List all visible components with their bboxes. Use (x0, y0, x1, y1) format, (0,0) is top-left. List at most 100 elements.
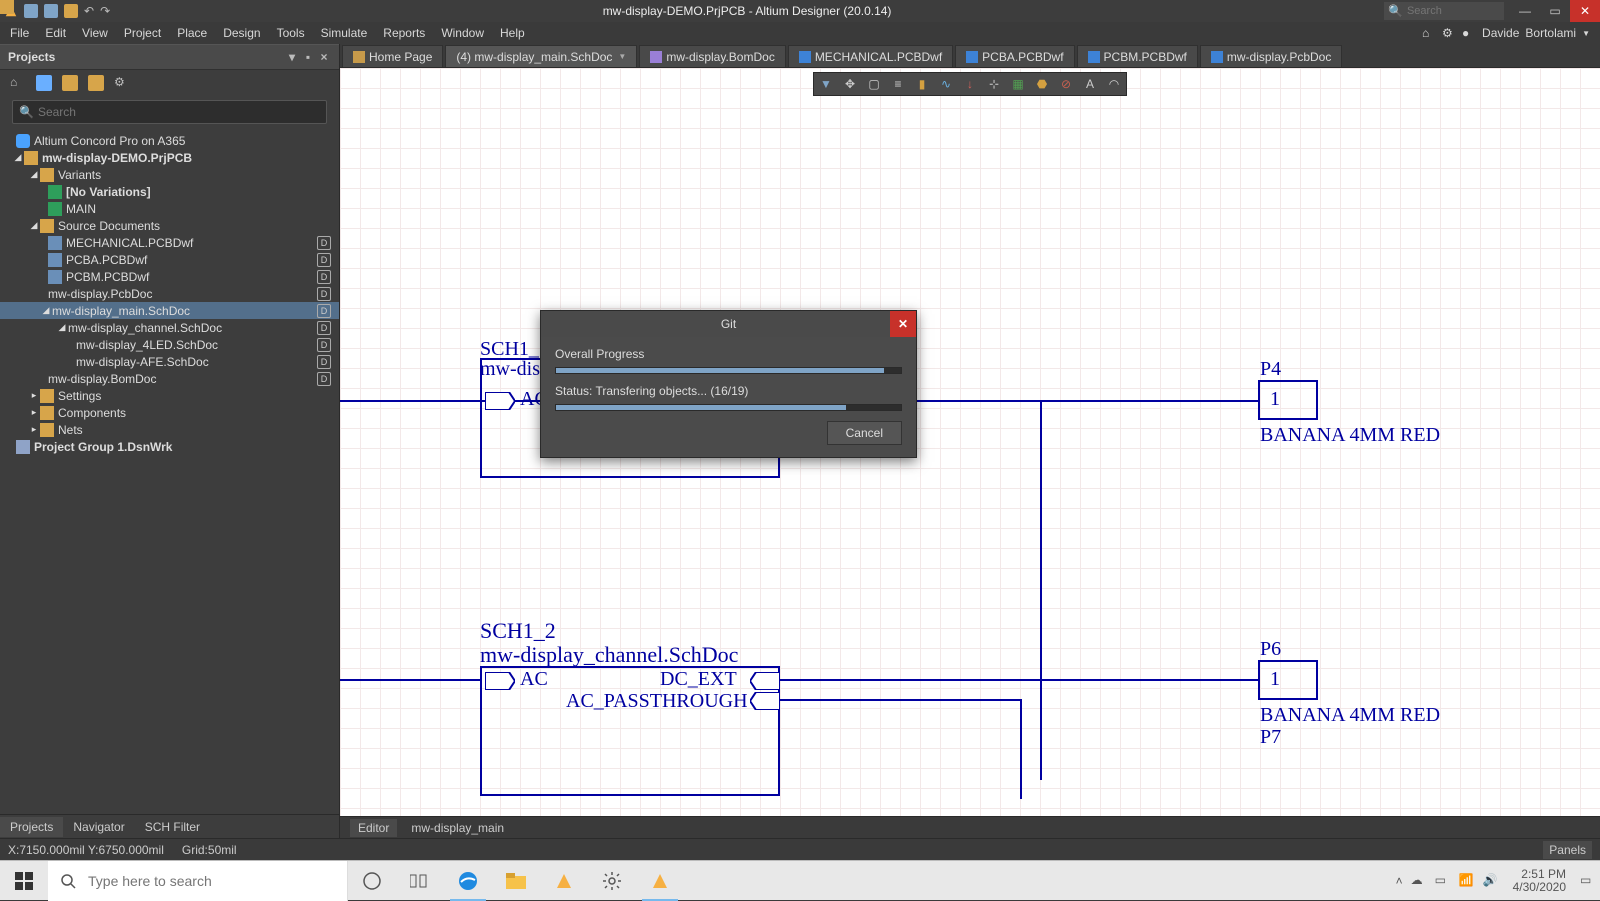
tag-icon[interactable]: ⬣ (1030, 73, 1054, 95)
wifi-icon[interactable]: 📶 (1459, 873, 1475, 889)
notify-icon[interactable]: ● (1462, 26, 1476, 40)
start-button[interactable] (0, 861, 48, 901)
doc-tab[interactable]: MECHANICAL.PCBDwf (788, 45, 953, 67)
menu-reports[interactable]: Reports (375, 24, 433, 42)
arc-icon[interactable]: ◠ (1102, 73, 1126, 95)
dialog-close-button[interactable]: ✕ (890, 311, 916, 337)
user-last[interactable]: Bortolami (1525, 26, 1576, 40)
menu-file[interactable]: File (2, 24, 37, 42)
doc-tab-active[interactable]: (4) mw-display_main.SchDoc▼ (445, 45, 637, 67)
taskbar-search[interactable] (48, 861, 348, 901)
tb-home-icon[interactable]: ⌂ (10, 75, 26, 91)
tb-folder2-icon[interactable] (88, 75, 104, 91)
project-tree[interactable]: Altium Concord Pro on A365 ◢mw-display-D… (0, 128, 339, 814)
open-icon[interactable] (64, 4, 78, 18)
tree-nets[interactable]: Nets (58, 423, 339, 437)
onedrive-icon[interactable]: ☁ (1411, 873, 1427, 889)
tree-doc[interactable]: mw-display.BomDoc (48, 372, 317, 386)
minimize-button[interactable]: — (1510, 0, 1540, 22)
panel-pin-icon[interactable]: ▪ (301, 50, 315, 64)
doc-tab[interactable]: mw-display.PcbDoc (1200, 45, 1342, 67)
sidebar-tab-navigator[interactable]: Navigator (63, 817, 134, 837)
schematic-canvas[interactable]: SCH1_1 mw-disp AC P4 1 BANANA 4MM RED SC… (340, 68, 1600, 816)
panel-dropdown-icon[interactable]: ▾ (285, 50, 299, 64)
clock[interactable]: 2:51 PM 4/30/2020 (1507, 868, 1572, 894)
projects-search-input[interactable] (38, 105, 320, 119)
menu-simulate[interactable]: Simulate (313, 24, 376, 42)
tree-doc-active[interactable]: mw-display_main.SchDoc (52, 304, 317, 318)
tree-doc[interactable]: mw-display-AFE.SchDoc (76, 355, 317, 369)
doc-tab[interactable]: mw-display.BomDoc (639, 45, 785, 67)
tb-add-icon[interactable] (36, 75, 52, 91)
filter-icon[interactable]: ▼ (814, 73, 838, 95)
chip-icon[interactable]: ▦ (1006, 73, 1030, 95)
notifications-icon[interactable]: ▭ (1580, 873, 1596, 889)
doc-tab[interactable]: PCBM.PCBDwf (1077, 45, 1198, 67)
menu-design[interactable]: Design (215, 24, 268, 42)
tree-doc[interactable]: PCBA.PCBDwf (66, 253, 317, 267)
tray-expand-icon[interactable]: ˄ (1396, 874, 1403, 888)
tree-doc[interactable]: mw-display.PcbDoc (48, 287, 317, 301)
tree-doc[interactable]: mw-display_4LED.SchDoc (76, 338, 317, 352)
menu-place[interactable]: Place (169, 24, 215, 42)
tree-doc[interactable]: PCBM.PCBDwf (66, 270, 317, 284)
home-icon[interactable]: ⌂ (1422, 26, 1436, 40)
menu-edit[interactable]: Edit (37, 24, 74, 42)
close-button[interactable]: ✕ (1570, 0, 1600, 22)
tree-project[interactable]: mw-display-DEMO.PrjPCB (42, 151, 339, 165)
projects-panel-header[interactable]: Projects ▾ ▪ × (0, 44, 339, 70)
tb-gear-icon[interactable]: ⚙ (114, 75, 130, 91)
move-icon[interactable]: ✥ (838, 73, 862, 95)
taskbar-search-input[interactable] (88, 873, 347, 889)
projects-search[interactable]: 🔍 (12, 100, 327, 124)
tree-srcdocs[interactable]: Source Documents (58, 219, 339, 233)
doc-tab[interactable]: PCBA.PCBDwf (955, 45, 1074, 67)
panels-button[interactable]: Panels (1543, 841, 1592, 859)
rect-icon[interactable]: ▢ (862, 73, 886, 95)
panel-close-icon[interactable]: × (317, 50, 331, 64)
gear-icon[interactable]: ⚙ (1442, 26, 1456, 40)
doc-tab[interactable]: Home Page (342, 45, 443, 67)
global-search[interactable]: 🔍 (1384, 2, 1504, 20)
save-icon[interactable] (44, 4, 58, 18)
sidebar-tab-schfilter[interactable]: SCH Filter (135, 817, 210, 837)
tree-doc[interactable]: MECHANICAL.PCBDwf (66, 236, 317, 250)
settings-icon[interactable] (588, 861, 636, 901)
tb-folder-icon[interactable] (62, 75, 78, 91)
tree-components[interactable]: Components (58, 406, 339, 420)
edge-icon[interactable] (444, 861, 492, 901)
drag-icon[interactable]: ⊹ (982, 73, 1006, 95)
menu-window[interactable]: Window (433, 24, 492, 42)
battery-icon[interactable]: ▭ (1435, 873, 1451, 889)
user-first[interactable]: Davide (1482, 26, 1519, 40)
editor-tab[interactable]: Editor (350, 819, 397, 837)
noentry-icon[interactable]: ⊘ (1054, 73, 1078, 95)
tree-doc[interactable]: mw-display_channel.SchDoc (68, 321, 317, 335)
menu-tools[interactable]: Tools (269, 24, 313, 42)
sidebar-tab-projects[interactable]: Projects (0, 817, 63, 837)
user-dropdown-icon[interactable]: ▼ (1582, 29, 1590, 38)
system-tray[interactable]: ˄ ☁ ▭ 📶 🔊 2:51 PM 4/30/2020 ▭ (1396, 868, 1600, 894)
menu-project[interactable]: Project (116, 24, 169, 42)
taskview-icon[interactable] (396, 861, 444, 901)
menu-help[interactable]: Help (492, 24, 533, 42)
tree-settings[interactable]: Settings (58, 389, 339, 403)
arrow-icon[interactable]: ↓ (958, 73, 982, 95)
flag-icon[interactable]: ▮ (910, 73, 934, 95)
tree-variants[interactable]: Variants (58, 168, 339, 182)
wave-icon[interactable]: ∿ (934, 73, 958, 95)
explorer-icon[interactable] (492, 861, 540, 901)
altium-icon[interactable] (540, 861, 588, 901)
new-icon[interactable] (24, 4, 38, 18)
volume-icon[interactable]: 🔊 (1483, 873, 1499, 889)
chevron-down-icon[interactable]: ▼ (618, 52, 626, 61)
cortana-icon[interactable] (348, 861, 396, 901)
redo-icon[interactable]: ↷ (100, 4, 110, 18)
maximize-button[interactable]: ▭ (1540, 0, 1570, 22)
tree-main-var[interactable]: MAIN (66, 202, 339, 216)
tree-group[interactable]: Project Group 1.DsnWrk (34, 440, 339, 454)
undo-icon[interactable]: ↶ (84, 4, 94, 18)
align-icon[interactable]: ≡ (886, 73, 910, 95)
global-search-input[interactable] (1407, 5, 1477, 17)
menu-view[interactable]: View (74, 24, 116, 42)
